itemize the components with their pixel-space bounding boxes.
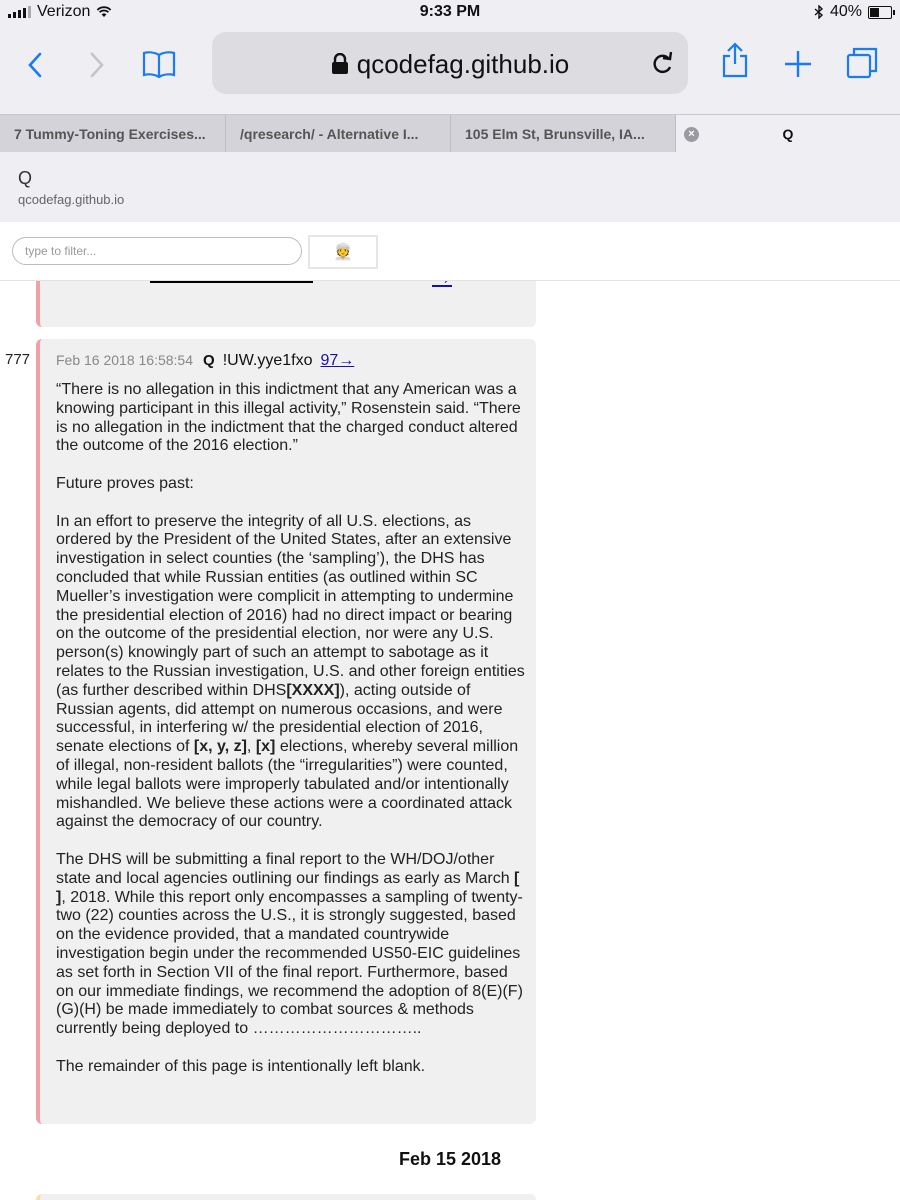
previous-post-link[interactable]: → [432, 281, 452, 290]
emoji-icon: 👳 [333, 244, 353, 261]
post-paragraph: “There is no allegation in this indictme… [56, 381, 521, 455]
tab-3[interactable]: 105 Elm St, Brunsville, IA... [451, 115, 676, 153]
site-host: qcodefag.github.io [18, 192, 125, 207]
post-paragraph: The remainder of this page is intentiona… [56, 1057, 426, 1075]
next-post-card [36, 1194, 536, 1200]
redacted-bar [150, 281, 313, 283]
tab-active[interactable]: Q [676, 115, 900, 153]
clock: 9:33 PM [419, 3, 481, 20]
battery-level [870, 7, 879, 17]
post-card: Feb 16 2018 16:58:54 Q !UW.yye1fxo 97→ “The… [36, 339, 536, 1124]
url-display[interactable]: qcodefag.github.io [212, 49, 688, 80]
tab-bar: 7 Tummy-Toning Exercises... /qresearch/ … [0, 114, 900, 153]
tabs-overview-icon[interactable] [846, 47, 878, 79]
share-icon[interactable] [722, 42, 748, 78]
post-date: Feb 16 2018 16:58:54 [56, 352, 194, 368]
tab-label: Q [782, 126, 794, 142]
lock-icon [331, 53, 348, 74]
tab-2[interactable]: /qresearch/ - Alternative I... [226, 115, 451, 153]
site-header: Q qcodefag.github.io [0, 152, 900, 223]
day-divider-label: Feb 15 2018 [398, 1149, 502, 1169]
tab-1[interactable]: 7 Tummy-Toning Exercises... [0, 115, 226, 153]
posts-list: → 777 Feb 16 2018 16:58:54 Q !UW.yye1fxo 97… [0, 281, 900, 1200]
post-paragraph: In an effort to preserve the integrity o… [56, 512, 525, 831]
browser-toolbar: qcodefag.github.io [0, 26, 900, 114]
url-text: qcodefag.github.io [356, 49, 570, 79]
tab-label: /qresearch/ - Alternative I... [240, 126, 419, 142]
post-number: 777 [5, 351, 31, 368]
address-bar[interactable]: qcodefag.github.io [212, 32, 688, 94]
post-paragraph: The DHS will be submitting a final repor… [56, 850, 523, 1038]
day-divider: Feb 15 2018 [0, 1149, 900, 1170]
post-author: Q [203, 352, 215, 369]
bluetooth-icon [814, 5, 823, 19]
status-bar: Verizon 9:33 PM 40% [0, 0, 900, 26]
filter-bar: type to filter... 👳 [0, 222, 900, 281]
post-body: “There is no allegation in this indictme… [56, 381, 530, 1095]
status-right: 40% [814, 3, 895, 21]
tab-label: 7 Tummy-Toning Exercises... [14, 126, 206, 142]
post-meta: Feb 16 2018 16:58:54 Q !UW.yye1fxo 97→ [56, 352, 354, 370]
bookmarks-icon[interactable] [142, 50, 176, 78]
battery-icon [868, 5, 895, 19]
previous-post-card: → [36, 281, 536, 327]
tab-label: 105 Elm St, Brunsville, IA... [465, 126, 645, 142]
battery-percent: 40% [829, 3, 862, 20]
post-tripcode: !UW.yye1fxo [222, 352, 313, 369]
post-paragraph: Future proves past: [56, 474, 194, 492]
new-tab-icon[interactable] [784, 50, 812, 78]
filter-input[interactable]: type to filter... [12, 237, 302, 265]
reload-icon[interactable] [650, 50, 674, 76]
close-tab-icon[interactable]: × [684, 127, 699, 142]
emoji-filter-button[interactable]: 👳 [308, 235, 378, 269]
back-icon[interactable] [26, 52, 44, 78]
reply-link[interactable]: 97→ [321, 352, 355, 369]
site-title: Q [18, 168, 33, 188]
forward-icon[interactable] [88, 52, 106, 78]
